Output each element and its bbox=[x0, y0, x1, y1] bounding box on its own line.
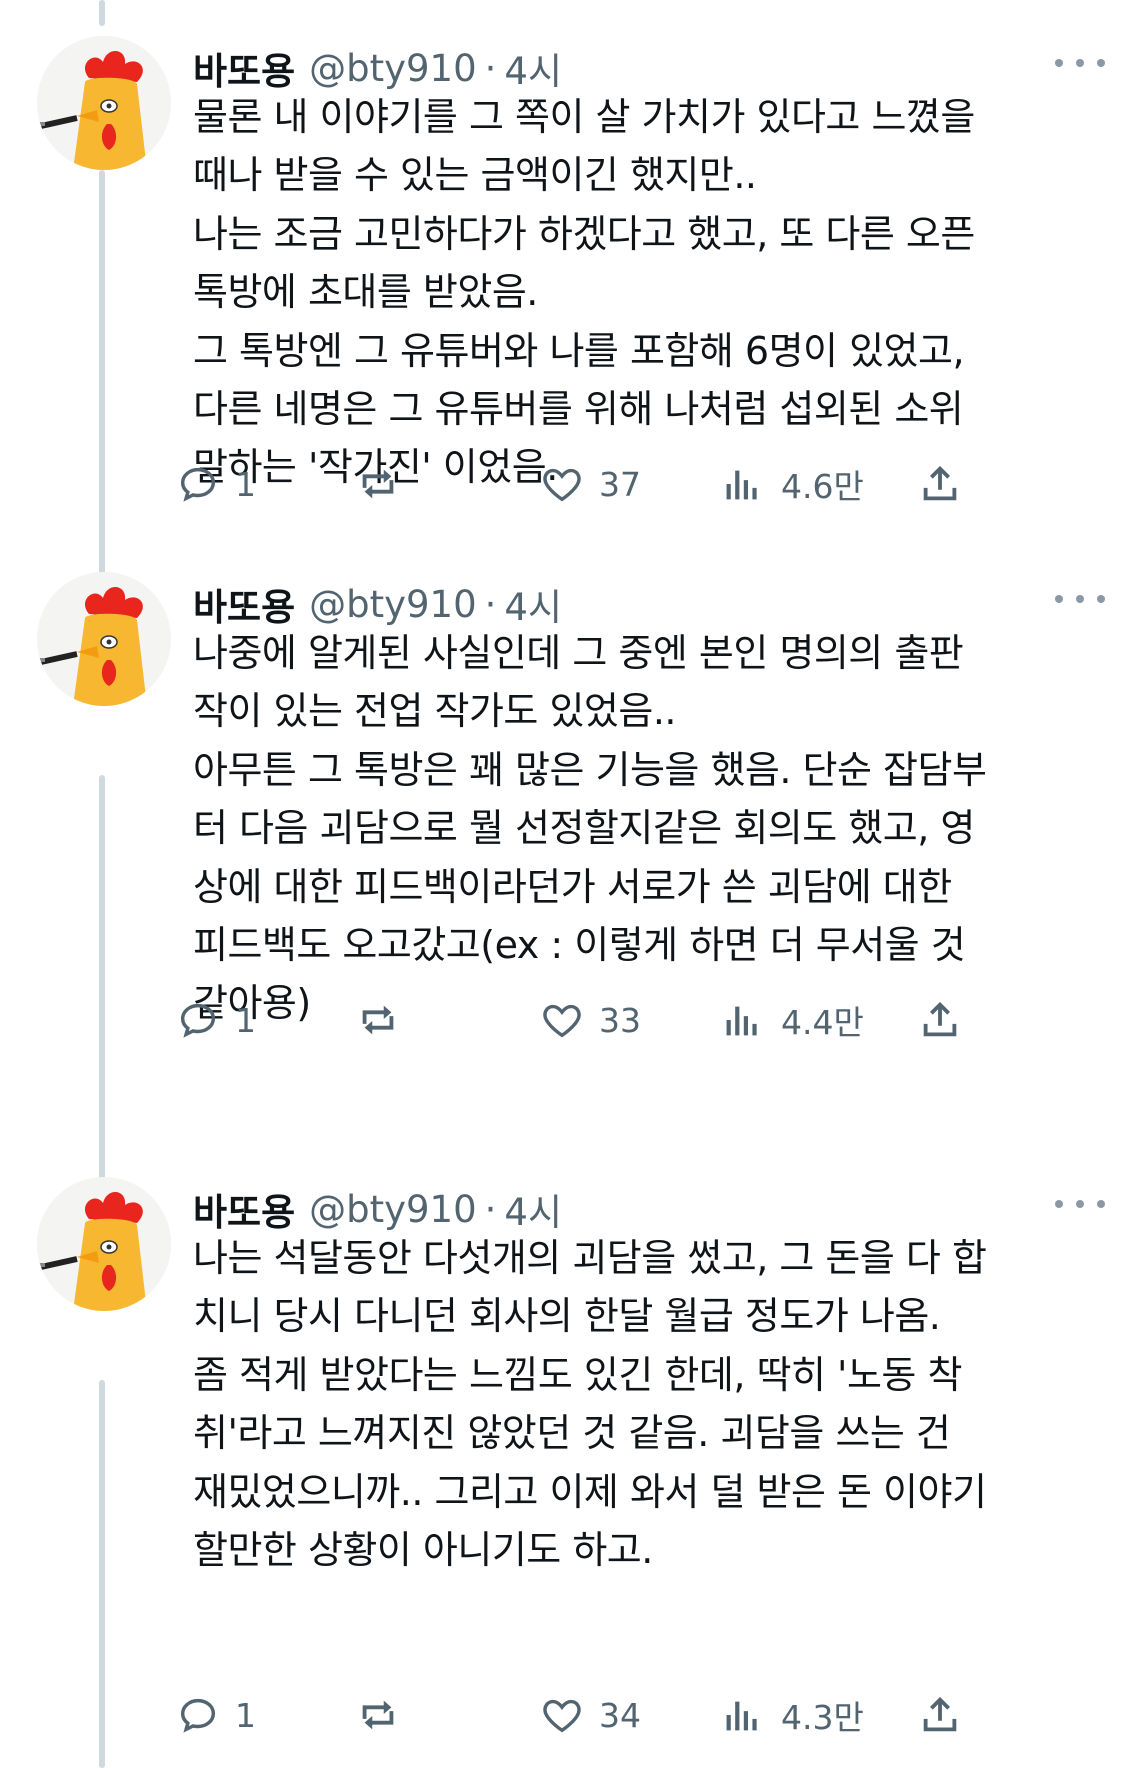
author-name[interactable]: 바또용 bbox=[193, 1182, 295, 1236]
like-count: 37 bbox=[599, 464, 641, 504]
share-icon bbox=[923, 1696, 957, 1732]
like-count: 33 bbox=[599, 1000, 641, 1040]
heart-icon bbox=[543, 1699, 581, 1733]
heart-icon bbox=[543, 1004, 581, 1038]
more-icon[interactable] bbox=[1055, 1187, 1105, 1221]
reply-button[interactable]: 1 bbox=[175, 990, 256, 1050]
view-count: 4.3만 bbox=[781, 1698, 864, 1737]
thread-line bbox=[99, 775, 105, 1241]
tweet-actions: 1 33 4.4만 bbox=[180, 990, 1093, 1050]
author-handle[interactable]: @bty910 bbox=[309, 583, 477, 626]
retweet-button[interactable] bbox=[355, 990, 401, 1050]
rooster-avatar-icon bbox=[37, 1177, 171, 1311]
retweet-icon bbox=[362, 469, 394, 499]
retweet-button[interactable] bbox=[355, 1685, 401, 1745]
thread-line bbox=[99, 0, 105, 26]
views-button[interactable]: 4.3만 bbox=[721, 1685, 864, 1745]
author-name[interactable]: 바또용 bbox=[193, 41, 295, 95]
reply-icon bbox=[180, 1698, 216, 1733]
author-name[interactable]: 바또용 bbox=[193, 577, 295, 631]
views-icon bbox=[726, 1701, 757, 1731]
views-icon bbox=[726, 1006, 757, 1036]
author-handle[interactable]: @bty910 bbox=[309, 47, 477, 90]
retweet-button[interactable] bbox=[355, 454, 401, 514]
thread-line bbox=[99, 1380, 105, 1768]
retweet-icon bbox=[362, 1700, 394, 1730]
heart-icon bbox=[543, 468, 581, 502]
like-button[interactable]: 33 bbox=[539, 990, 641, 1050]
tweet-header: 바또용 @bty910 · 4시 bbox=[193, 578, 1085, 630]
thread-line bbox=[99, 170, 105, 636]
avatar[interactable] bbox=[37, 36, 171, 170]
separator-dot: · bbox=[484, 46, 497, 90]
rooster-avatar-icon bbox=[37, 36, 171, 170]
reply-button[interactable]: 1 bbox=[175, 1685, 256, 1745]
tweet-actions: 1 37 4.6만 bbox=[180, 454, 1093, 514]
tweet-text: 나는 석달동안 다섯개의 괴담을 썼고, 그 돈을 다 합 치니 당시 다니던 … bbox=[193, 1236, 987, 1573]
like-count: 34 bbox=[599, 1695, 641, 1735]
like-button[interactable]: 37 bbox=[539, 454, 641, 514]
views-icon bbox=[726, 470, 757, 500]
view-count: 4.6만 bbox=[781, 467, 864, 506]
share-icon bbox=[923, 465, 957, 501]
tweet-actions: 1 34 4.3만 bbox=[180, 1685, 1093, 1745]
reply-icon bbox=[180, 467, 216, 502]
view-count: 4.4만 bbox=[781, 1003, 864, 1042]
reply-icon bbox=[180, 1003, 216, 1038]
separator-dot: · bbox=[484, 582, 497, 626]
share-button[interactable] bbox=[917, 454, 963, 514]
timestamp[interactable]: 4시 bbox=[504, 41, 562, 95]
reply-button[interactable]: 1 bbox=[175, 454, 256, 514]
tweet-header: 바또용 @bty910 · 4시 bbox=[193, 42, 1085, 94]
more-icon[interactable] bbox=[1055, 582, 1105, 616]
share-icon bbox=[923, 1001, 957, 1037]
reply-count: 1 bbox=[235, 464, 256, 504]
tweet-text: 나중에 알게된 사실인데 그 중엔 본인 명의의 출판 작이 있는 전업 작가도… bbox=[193, 631, 987, 1026]
separator-dot: · bbox=[484, 1187, 497, 1231]
rooster-avatar-icon bbox=[37, 572, 171, 706]
retweet-icon bbox=[362, 1005, 394, 1035]
timestamp[interactable]: 4시 bbox=[504, 1182, 562, 1236]
tweet-text: 물론 내 이야기를 그 쪽이 살 가치가 있다고 느꼈을 때나 받을 수 있는 … bbox=[193, 95, 975, 490]
share-button[interactable] bbox=[917, 990, 963, 1050]
tweet-header: 바또용 @bty910 · 4시 bbox=[193, 1183, 1085, 1235]
views-button[interactable]: 4.6만 bbox=[721, 454, 864, 514]
reply-count: 1 bbox=[235, 1000, 256, 1040]
timestamp[interactable]: 4시 bbox=[504, 577, 562, 631]
share-button[interactable] bbox=[917, 1685, 963, 1745]
like-button[interactable]: 34 bbox=[539, 1685, 641, 1745]
avatar[interactable] bbox=[37, 1177, 171, 1311]
views-button[interactable]: 4.4만 bbox=[721, 990, 864, 1050]
author-handle[interactable]: @bty910 bbox=[309, 1188, 477, 1231]
more-icon[interactable] bbox=[1055, 46, 1105, 80]
avatar[interactable] bbox=[37, 572, 171, 706]
reply-count: 1 bbox=[235, 1695, 256, 1735]
